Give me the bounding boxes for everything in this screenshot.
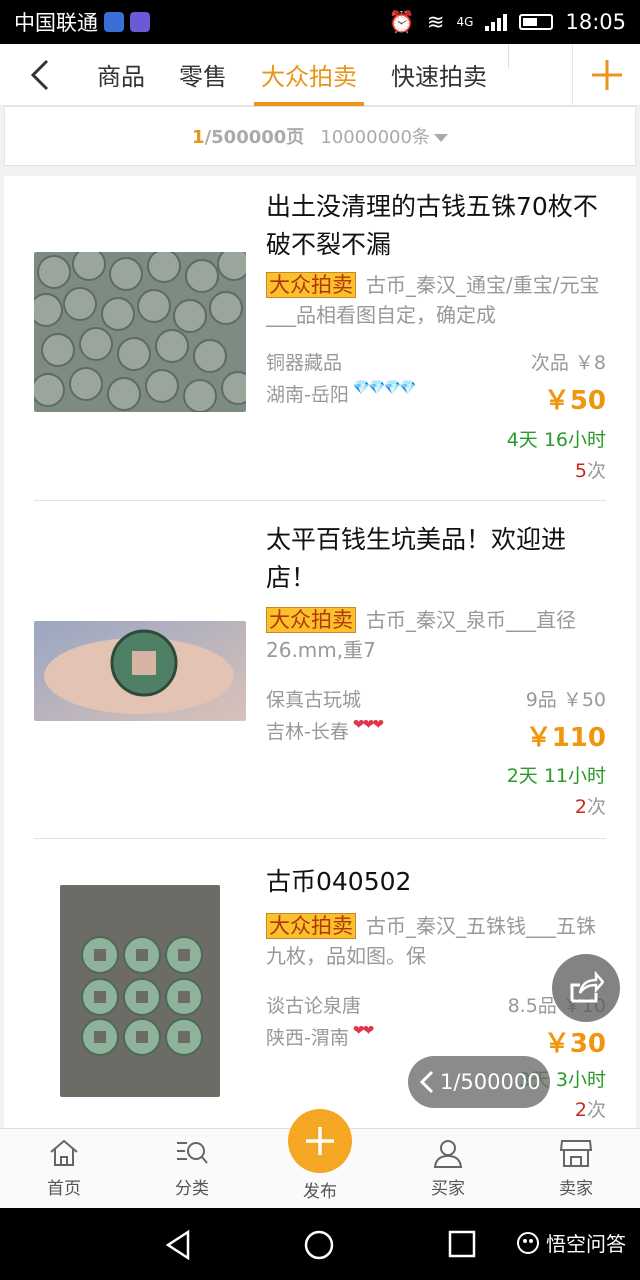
item-image: [60, 885, 220, 1097]
location: 湖南-岳阳: [266, 384, 349, 406]
network-label: 4G: [456, 15, 474, 29]
clock: 18:05: [565, 10, 626, 34]
system-recents-icon[interactable]: [448, 1230, 476, 1258]
category-tabs: 商品 零售 大众拍卖 快速拍卖: [80, 43, 572, 106]
tab-buyer[interactable]: 买家: [384, 1129, 512, 1208]
auction-tag: 大众拍卖: [266, 272, 356, 298]
tab-quick-auction[interactable]: 快速拍卖: [374, 44, 504, 106]
signal-icon: [485, 13, 508, 31]
share-icon: [570, 971, 604, 1003]
dropdown-arrow-icon: [433, 134, 448, 142]
bid-count: 5次: [574, 460, 606, 482]
alarm-icon: ⏰: [388, 9, 415, 34]
item-title: 出土没清理的古钱五铢70枚不破不裂不漏: [266, 192, 598, 259]
chevron-left-icon: [420, 1070, 434, 1094]
item-desc: 大众拍卖 古币_秦汉_泉币___直径26.mm,重7: [266, 607, 576, 662]
auction-tag: 大众拍卖: [266, 913, 356, 939]
bid-count: 2次: [574, 796, 606, 818]
tab-overflow-edge: [508, 43, 522, 68]
tab-buyer-label: 买家: [431, 1179, 465, 1199]
battery-icon: [519, 14, 554, 30]
plus-icon: [306, 1127, 334, 1155]
shop-row: 保真古玩城 9品 ￥50: [266, 685, 606, 712]
item-desc: 大众拍卖 古币_秦汉_通宝/重宝/元宝___品相看图自定，确定成: [266, 272, 600, 327]
page-jump-pill[interactable]: 1/500000: [408, 1056, 550, 1108]
top-nav: 商品 零售 大众拍卖 快速拍卖: [0, 43, 640, 106]
item-title: 太平百钱生坑美品！欢迎进店！: [266, 525, 567, 592]
shop-row: 铜器藏品 次品 ￥8: [266, 348, 606, 375]
grade-start: 9品 ￥50: [525, 689, 606, 711]
wukong-logo-icon: [517, 1231, 539, 1254]
shop-name: 谈古论泉唐: [266, 995, 362, 1017]
tab-goods[interactable]: 商品: [80, 44, 162, 106]
bid-count: 2次: [574, 1099, 606, 1121]
system-back-icon[interactable]: [164, 1230, 192, 1260]
wifi-icon: ≋: [426, 10, 445, 34]
location: 吉林-长春: [266, 721, 349, 743]
app-icon: [130, 12, 150, 32]
current-price: ￥110: [525, 723, 606, 753]
chevron-left-icon: [30, 59, 49, 90]
current-price: ￥50: [543, 386, 606, 416]
tab-publish[interactable]: 发布: [256, 1109, 384, 1208]
system-nav-bar: 悟空问答: [0, 1208, 640, 1280]
total-count: 10000000条: [320, 123, 448, 149]
share-button[interactable]: [552, 954, 620, 1022]
tab-category[interactable]: 分类: [128, 1129, 256, 1208]
tab-home-label: 首页: [47, 1179, 81, 1199]
diamond-rating-icon: 💎💎💎💎: [352, 380, 417, 396]
system-home-icon[interactable]: [304, 1230, 334, 1260]
tab-home[interactable]: 首页: [0, 1129, 128, 1208]
list-item[interactable]: 出土没清理的古钱五铢70枚不破不裂不漏 大众拍卖 古币_秦汉_通宝/重宝/元宝__…: [4, 176, 636, 501]
shop-name: 铜器藏品: [266, 352, 343, 374]
publish-button[interactable]: [288, 1109, 352, 1173]
pagination-bar[interactable]: 1/500000页 10000000条: [4, 106, 636, 166]
carrier: 中国联通: [14, 7, 150, 37]
user-icon: [433, 1140, 463, 1168]
auction-list: 出土没清理的古钱五铢70枚不破不裂不漏 大众拍卖 古币_秦汉_通宝/重宝/元宝__…: [4, 176, 636, 1128]
current-price: ￥30: [543, 1029, 606, 1059]
time-left: 2天 11小时: [506, 765, 606, 787]
heart-rating-icon: ❤❤❤: [352, 717, 384, 733]
category-search-icon: [177, 1142, 208, 1164]
time-left: 4天 16小时: [506, 429, 606, 451]
carrier-label: 中国联通: [14, 11, 98, 35]
add-button[interactable]: [572, 43, 640, 106]
shield-icon: [104, 12, 124, 32]
shop-name: 保真古玩城: [266, 689, 362, 711]
tab-seller[interactable]: 卖家: [512, 1129, 640, 1208]
item-title: 古币040502: [266, 867, 412, 896]
watermark-label: 悟空问答: [546, 1232, 626, 1256]
tab-public-auction[interactable]: 大众拍卖: [244, 44, 374, 106]
shop-icon: [559, 1140, 593, 1167]
grade-start: 次品 ￥8: [530, 352, 606, 374]
plus-icon: [591, 59, 622, 90]
home-icon: [50, 1139, 78, 1166]
bottom-tab-bar: 首页 分类 发布 买家 卖家: [0, 1109, 640, 1208]
tab-publish-label: 发布: [303, 1182, 337, 1202]
tab-category-label: 分类: [175, 1179, 209, 1199]
heart-rating-icon: ❤❤: [352, 1023, 375, 1039]
auction-tag: 大众拍卖: [266, 607, 356, 633]
item-desc: 大众拍卖 古币_秦汉_五铢钱___五铢九枚，品如图。保: [266, 913, 596, 968]
tab-seller-label: 卖家: [559, 1179, 593, 1199]
list-item[interactable]: 太平百钱生坑美品！欢迎进店！ 大众拍卖 古币_秦汉_泉币___直径26.mm,重7…: [4, 501, 636, 839]
tab-retail[interactable]: 零售: [162, 44, 244, 106]
back-button[interactable]: [0, 44, 80, 106]
page-indicator: 1/500000页: [192, 127, 305, 148]
status-bar: 中国联通 ⏰ ≋ 4G 18:05: [0, 0, 640, 44]
page-pill-label: 1/500000: [440, 1070, 541, 1094]
item-image: [34, 621, 246, 721]
item-image: [34, 252, 246, 412]
watermark: 悟空问答: [516, 1228, 626, 1257]
location: 陕西-渭南: [266, 1027, 349, 1049]
